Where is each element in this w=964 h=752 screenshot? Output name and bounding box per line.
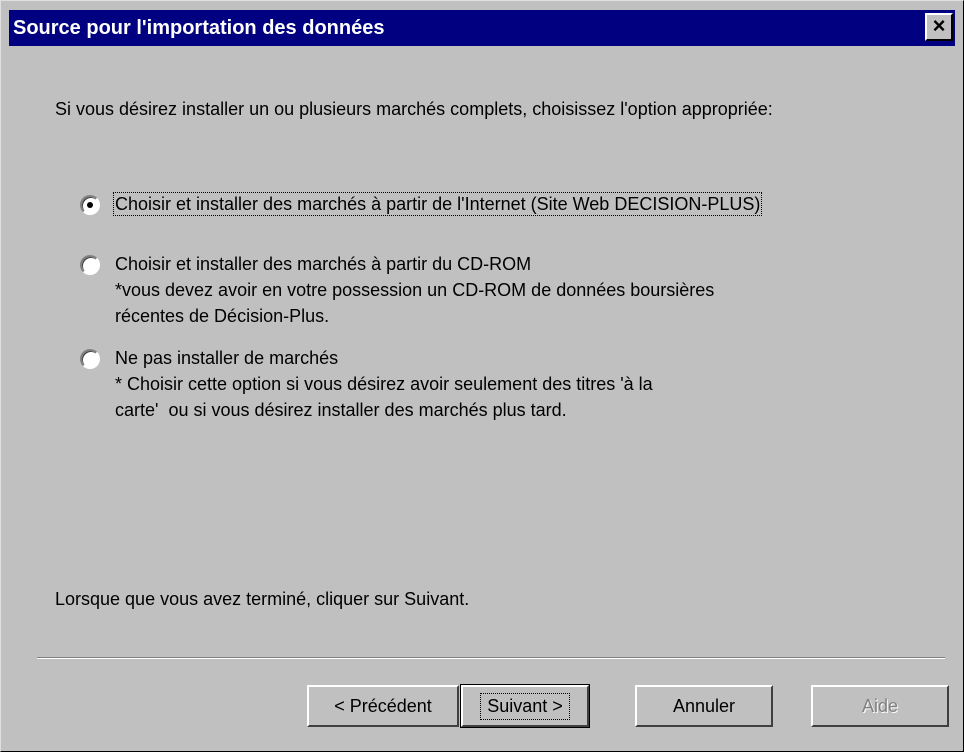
- help-button[interactable]: Aide: [811, 685, 949, 727]
- option-none-text: Ne pas installer de marchés: [115, 348, 339, 368]
- window-title: Source pour l'importation des données: [13, 17, 385, 39]
- radio-none[interactable]: [80, 349, 100, 369]
- option-none-label[interactable]: Ne pas installer de marchés * Choisir ce…: [115, 345, 653, 423]
- close-icon: ×: [932, 13, 946, 38]
- separator: [37, 657, 945, 659]
- option-cdrom-note: *vous devez avoir en votre possession un…: [115, 280, 715, 300]
- previous-button[interactable]: < Précédent: [307, 685, 459, 727]
- close-button[interactable]: ×: [925, 13, 953, 41]
- option-internet-text: Choisir et installer des marchés à parti…: [112, 192, 763, 216]
- previous-button-label: < Précédent: [334, 695, 432, 716]
- dialog-window: Source pour l'importation des données × …: [0, 0, 964, 752]
- next-button[interactable]: Suivant >: [460, 684, 590, 728]
- option-none-note: * Choisir cette option si vous désirez a…: [115, 374, 653, 394]
- footer-text: Lorsque que vous avez terminé, cliquer s…: [55, 589, 470, 609]
- option-internet-label[interactable]: Choisir et installer des marchés à parti…: [112, 191, 763, 217]
- title-bar[interactable]: Source pour l'importation des données ×: [9, 10, 955, 46]
- option-cdrom-label[interactable]: Choisir et installer des marchés à parti…: [115, 251, 714, 329]
- option-cdrom-note-2: récentes de Décision-Plus.: [115, 306, 330, 326]
- radio-cdrom[interactable]: [80, 255, 100, 275]
- cancel-button[interactable]: Annuler: [635, 685, 773, 727]
- intro-text: Si vous désirez installer un ou plusieur…: [55, 99, 773, 119]
- option-cdrom-text: Choisir et installer des marchés à parti…: [115, 254, 532, 274]
- help-button-label: Aide: [861, 695, 899, 716]
- cancel-button-label: Annuler: [672, 695, 736, 716]
- next-button-label: Suivant >: [480, 692, 570, 720]
- radio-internet[interactable]: [80, 195, 100, 215]
- option-none-note-2: carte' ou si vous désirez installer des …: [115, 400, 567, 420]
